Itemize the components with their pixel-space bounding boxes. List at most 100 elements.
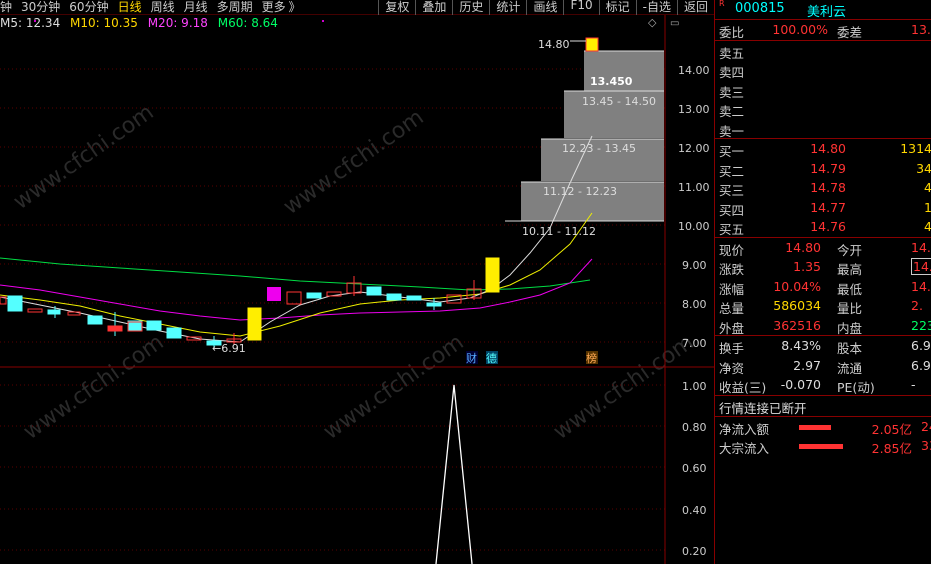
svg-text:9.00: 9.00 bbox=[682, 259, 707, 272]
sell-label: 卖三 bbox=[719, 84, 745, 100]
svg-text:0.20: 0.20 bbox=[682, 545, 707, 558]
candlestick-chart[interactable]: www.cfchi.com www.cfchi.com www.cfchi.co… bbox=[0, 0, 714, 564]
fund-label: 换手 bbox=[719, 341, 745, 356]
stat-label-2: 量比 bbox=[837, 301, 863, 316]
indicator-line bbox=[435, 384, 473, 564]
stat-value: 10.04% bbox=[773, 278, 821, 294]
stat-value: 1.35 bbox=[793, 259, 821, 274]
stat-value: 14.80 bbox=[785, 239, 821, 255]
marker-dots bbox=[34, 20, 324, 22]
buy-book: 买一 14.80 1314 买二 14.79 34 买三 14.78 4 买四 14.77 1 买五 14… bbox=[715, 139, 931, 237]
stat-value-2: 2. bbox=[911, 298, 923, 313]
buy-label: 买三 bbox=[719, 183, 745, 198]
fundamental-row: 换手 8.43% 股本 6.95 bbox=[715, 336, 931, 356]
stat-row: 涨跌 1.35 最高 14. bbox=[715, 257, 931, 277]
svg-text:14.00: 14.00 bbox=[678, 64, 710, 77]
sell-label: 卖四 bbox=[719, 65, 745, 80]
buy-volume: 4 bbox=[924, 219, 931, 234]
svg-text:8.00: 8.00 bbox=[682, 298, 707, 311]
stat-label-2: 今开 bbox=[837, 242, 863, 258]
event-badges[interactable]: 财 德 榜 bbox=[466, 351, 598, 365]
weibi-value: 100.00% bbox=[772, 22, 828, 37]
stat-label: 总量 bbox=[719, 301, 745, 316]
indicator-axis: 1.00 0.80 0.60 0.40 0.20 bbox=[682, 380, 707, 558]
flow-value: 2.85亿 bbox=[871, 440, 912, 456]
buy-price: 14.80 bbox=[810, 141, 846, 156]
buy-row[interactable]: 买五 14.76 4 bbox=[715, 217, 931, 237]
stat-label: 涨幅 bbox=[719, 281, 745, 297]
price-stats: 现价 14.80 今开 14. 涨跌 1.35 最高 14. 涨幅 10.04% 最低 14. 总量 58… bbox=[715, 238, 931, 336]
buy-label: 买四 bbox=[719, 202, 745, 218]
svg-text:0.60: 0.60 bbox=[682, 462, 707, 475]
fundamental-row: 净资 2.97 流通 6.95 bbox=[715, 356, 931, 376]
buy-volume: 34 bbox=[916, 160, 931, 176]
sell-book: 卖五 卖四 卖三 卖二 卖一 bbox=[715, 41, 931, 139]
svg-text:www.cfchi.com: www.cfchi.com bbox=[19, 330, 168, 445]
stat-row: 涨幅 10.04% 最低 14. bbox=[715, 277, 931, 297]
buy-volume: 1314 bbox=[900, 141, 931, 156]
svg-text:www.cfchi.com: www.cfchi.com bbox=[319, 330, 468, 445]
svg-text:1.00: 1.00 bbox=[682, 380, 707, 393]
flow-extra: 33 bbox=[921, 437, 931, 453]
fund-value-2: - bbox=[911, 377, 916, 392]
buy-row[interactable]: 买四 14.77 1 bbox=[715, 198, 931, 218]
buy-price: 14.79 bbox=[810, 160, 846, 176]
badge-de: 德 bbox=[486, 351, 497, 365]
stat-row: 外盘 362516 内盘 2235 bbox=[715, 316, 931, 336]
stock-name[interactable]: 美利云 bbox=[807, 1, 846, 20]
flow-row: 大宗流入 2.85亿 33 bbox=[715, 436, 931, 456]
zone3-label: 11.12 - 12.23 bbox=[543, 185, 617, 198]
high-price-label: 14.80 bbox=[538, 38, 570, 51]
zone4-label: 10.11 - 11.12 bbox=[522, 225, 596, 238]
diamond-icon[interactable]: ◇ bbox=[648, 16, 657, 29]
fund-label-2: 股本 bbox=[837, 341, 863, 356]
stat-label-2: 最低 bbox=[837, 281, 863, 297]
connection-text: 行情连接已断开 bbox=[719, 400, 807, 416]
expand-icon[interactable]: ▭ bbox=[670, 18, 679, 29]
svg-text:12.00: 12.00 bbox=[678, 142, 710, 155]
fund-label: 收益(三) bbox=[719, 380, 767, 395]
fund-value: -0.070 bbox=[780, 377, 821, 392]
stock-code[interactable]: 000815 bbox=[735, 1, 785, 16]
limit-up-candle-1 bbox=[247, 307, 262, 341]
zone-top-label: 13.450 bbox=[590, 75, 633, 88]
sell-row: 卖二 bbox=[715, 99, 931, 119]
svg-text:10.00: 10.00 bbox=[678, 220, 710, 233]
fund-value: 2.97 bbox=[793, 357, 821, 373]
fund-value-2: 6.95 bbox=[911, 338, 931, 353]
fund-label-2: PE(动) bbox=[837, 380, 875, 395]
badge-cai: 财 bbox=[466, 351, 477, 365]
stat-value-2: 2235 bbox=[911, 317, 931, 333]
indicator-gridlines bbox=[0, 384, 665, 551]
stat-label: 外盘 bbox=[719, 320, 745, 336]
low-price-label: ←6.91 bbox=[212, 342, 246, 355]
svg-text:0.80: 0.80 bbox=[682, 421, 707, 434]
weibi-row: 委比 100.00% 委差 13.6 bbox=[715, 20, 931, 40]
buy-row[interactable]: 买二 14.79 34 bbox=[715, 159, 931, 179]
buy-price: 14.77 bbox=[810, 199, 846, 215]
buy-label: 买五 bbox=[719, 222, 745, 237]
stat-value: 362516 bbox=[773, 317, 821, 333]
sell-row: 卖三 bbox=[715, 80, 931, 100]
buy-row[interactable]: 买一 14.80 1314 bbox=[715, 139, 931, 159]
sell-label: 卖一 bbox=[719, 123, 745, 139]
buy-volume: 4 bbox=[924, 180, 931, 195]
stock-header: R 000815 美利云 bbox=[715, 0, 931, 20]
limit-up-candle-3 bbox=[585, 37, 599, 52]
zone1-label: 13.45 - 14.50 bbox=[582, 95, 656, 108]
flow-row: 净流入额2.05亿24 bbox=[715, 417, 931, 437]
buy-label: 买一 bbox=[719, 144, 745, 159]
stat-label-2: 最高 bbox=[837, 262, 863, 277]
price-axis: 14.00 13.00 12.00 11.00 10.00 9.00 8.00 … bbox=[678, 64, 710, 350]
fund-label: 净资 bbox=[719, 360, 745, 376]
quote-panel: R 000815 美利云 委比 100.00% 委差 13.6 卖五卖四卖三卖二… bbox=[714, 0, 931, 564]
stat-row: 现价 14.80 今开 14. bbox=[715, 238, 931, 258]
stat-label: 现价 bbox=[719, 242, 745, 258]
sell-label: 卖二 bbox=[719, 104, 745, 119]
weibi-label: 委比 bbox=[719, 25, 745, 40]
buy-row[interactable]: 买三 14.78 4 bbox=[715, 178, 931, 198]
zone2-label: 12.23 - 13.45 bbox=[562, 142, 636, 155]
svg-text:www.cfchi.com: www.cfchi.com bbox=[549, 330, 698, 445]
flow-label: 大宗流入 bbox=[719, 440, 770, 456]
r-flag: R bbox=[719, 0, 725, 8]
